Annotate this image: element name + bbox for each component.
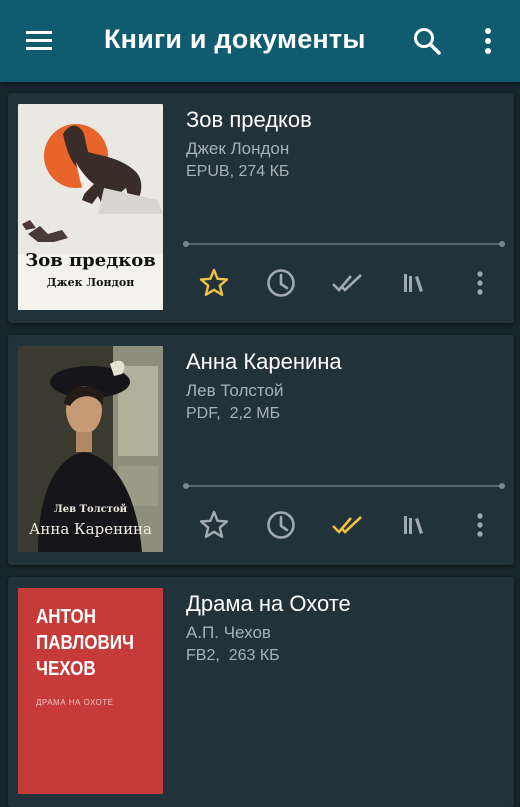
app-title: Книги и документы <box>104 24 366 54</box>
history-clock-icon[interactable] <box>263 507 299 543</box>
progress-start-dot <box>183 483 189 489</box>
book-cover[interactable]: Зов предков Джек Лондон <box>18 104 163 310</box>
book-format: EPUB <box>186 163 230 180</box>
book-title: Драма на Охоте <box>186 591 351 616</box>
book-author: А.П. Чехов <box>186 623 271 642</box>
book-card[interactable]: Зов предков Джек Лондон Зов предков Джек… <box>8 93 514 323</box>
library-icon[interactable] <box>396 265 432 301</box>
cover-author-line-3: ЧЕХОВ <box>36 658 96 680</box>
book-more-icon[interactable] <box>462 507 498 543</box>
app-bar: Книги и документы <box>0 0 520 82</box>
book-file-info: FB2, 263 КБ <box>186 647 280 664</box>
cover-subtitle: ДРАМА НА ОХОТЕ <box>36 698 114 707</box>
more-vert-icon[interactable] <box>476 24 500 58</box>
reading-progress-bar[interactable] <box>183 483 505 489</box>
cover-title: Зов предков <box>25 250 156 271</box>
book-card[interactable]: АНТОН ПАВЛОВИЧ ЧЕХОВ ДРАМА НА ОХОТЕ Драм… <box>8 577 514 807</box>
book-actions <box>186 507 506 543</box>
book-format: FB2 <box>186 647 216 664</box>
book-title: Зов предков <box>186 107 312 132</box>
book-file-info: EPUB, 274 КБ <box>186 163 290 180</box>
mark-read-icon[interactable] <box>329 507 365 543</box>
cover-author: Лев Толстой <box>53 504 128 515</box>
reading-progress-bar[interactable] <box>183 241 505 247</box>
book-more-icon[interactable] <box>462 265 498 301</box>
favorite-star-icon[interactable] <box>196 265 232 301</box>
book-format: PDF <box>186 405 217 422</box>
book-author: Лев Толстой <box>186 381 284 400</box>
cover-author-line-1: АНТОН <box>36 606 97 628</box>
cover-author: Джек Лондон <box>46 276 135 289</box>
book-size: 274 КБ <box>238 163 290 180</box>
book-size: 2,2 МБ <box>229 405 281 422</box>
book-size: 263 КБ <box>228 647 280 664</box>
book-card[interactable]: Лев Толстой Анна Каренина Анна Каренина … <box>8 335 514 565</box>
book-title: Анна Каренина <box>186 349 342 374</box>
book-cover[interactable]: Лев Толстой Анна Каренина <box>18 346 163 552</box>
search-icon[interactable] <box>410 24 444 58</box>
history-clock-icon[interactable] <box>263 265 299 301</box>
menu-icon[interactable] <box>24 26 56 56</box>
progress-start-dot <box>183 241 189 247</box>
book-cover[interactable]: АНТОН ПАВЛОВИЧ ЧЕХОВ ДРАМА НА ОХОТЕ <box>18 588 163 794</box>
book-author: Джек Лондон <box>186 139 290 158</box>
favorite-star-icon[interactable] <box>196 507 232 543</box>
cover-title: Анна Каренина <box>28 520 153 538</box>
library-icon[interactable] <box>396 507 432 543</box>
progress-end-dot <box>499 241 505 247</box>
cover-author-line-2: ПАВЛОВИЧ <box>36 632 134 654</box>
progress-end-dot <box>499 483 505 489</box>
mark-read-icon[interactable] <box>329 265 365 301</box>
book-file-info: PDF, 2,2 МБ <box>186 405 281 422</box>
book-actions <box>186 265 506 301</box>
